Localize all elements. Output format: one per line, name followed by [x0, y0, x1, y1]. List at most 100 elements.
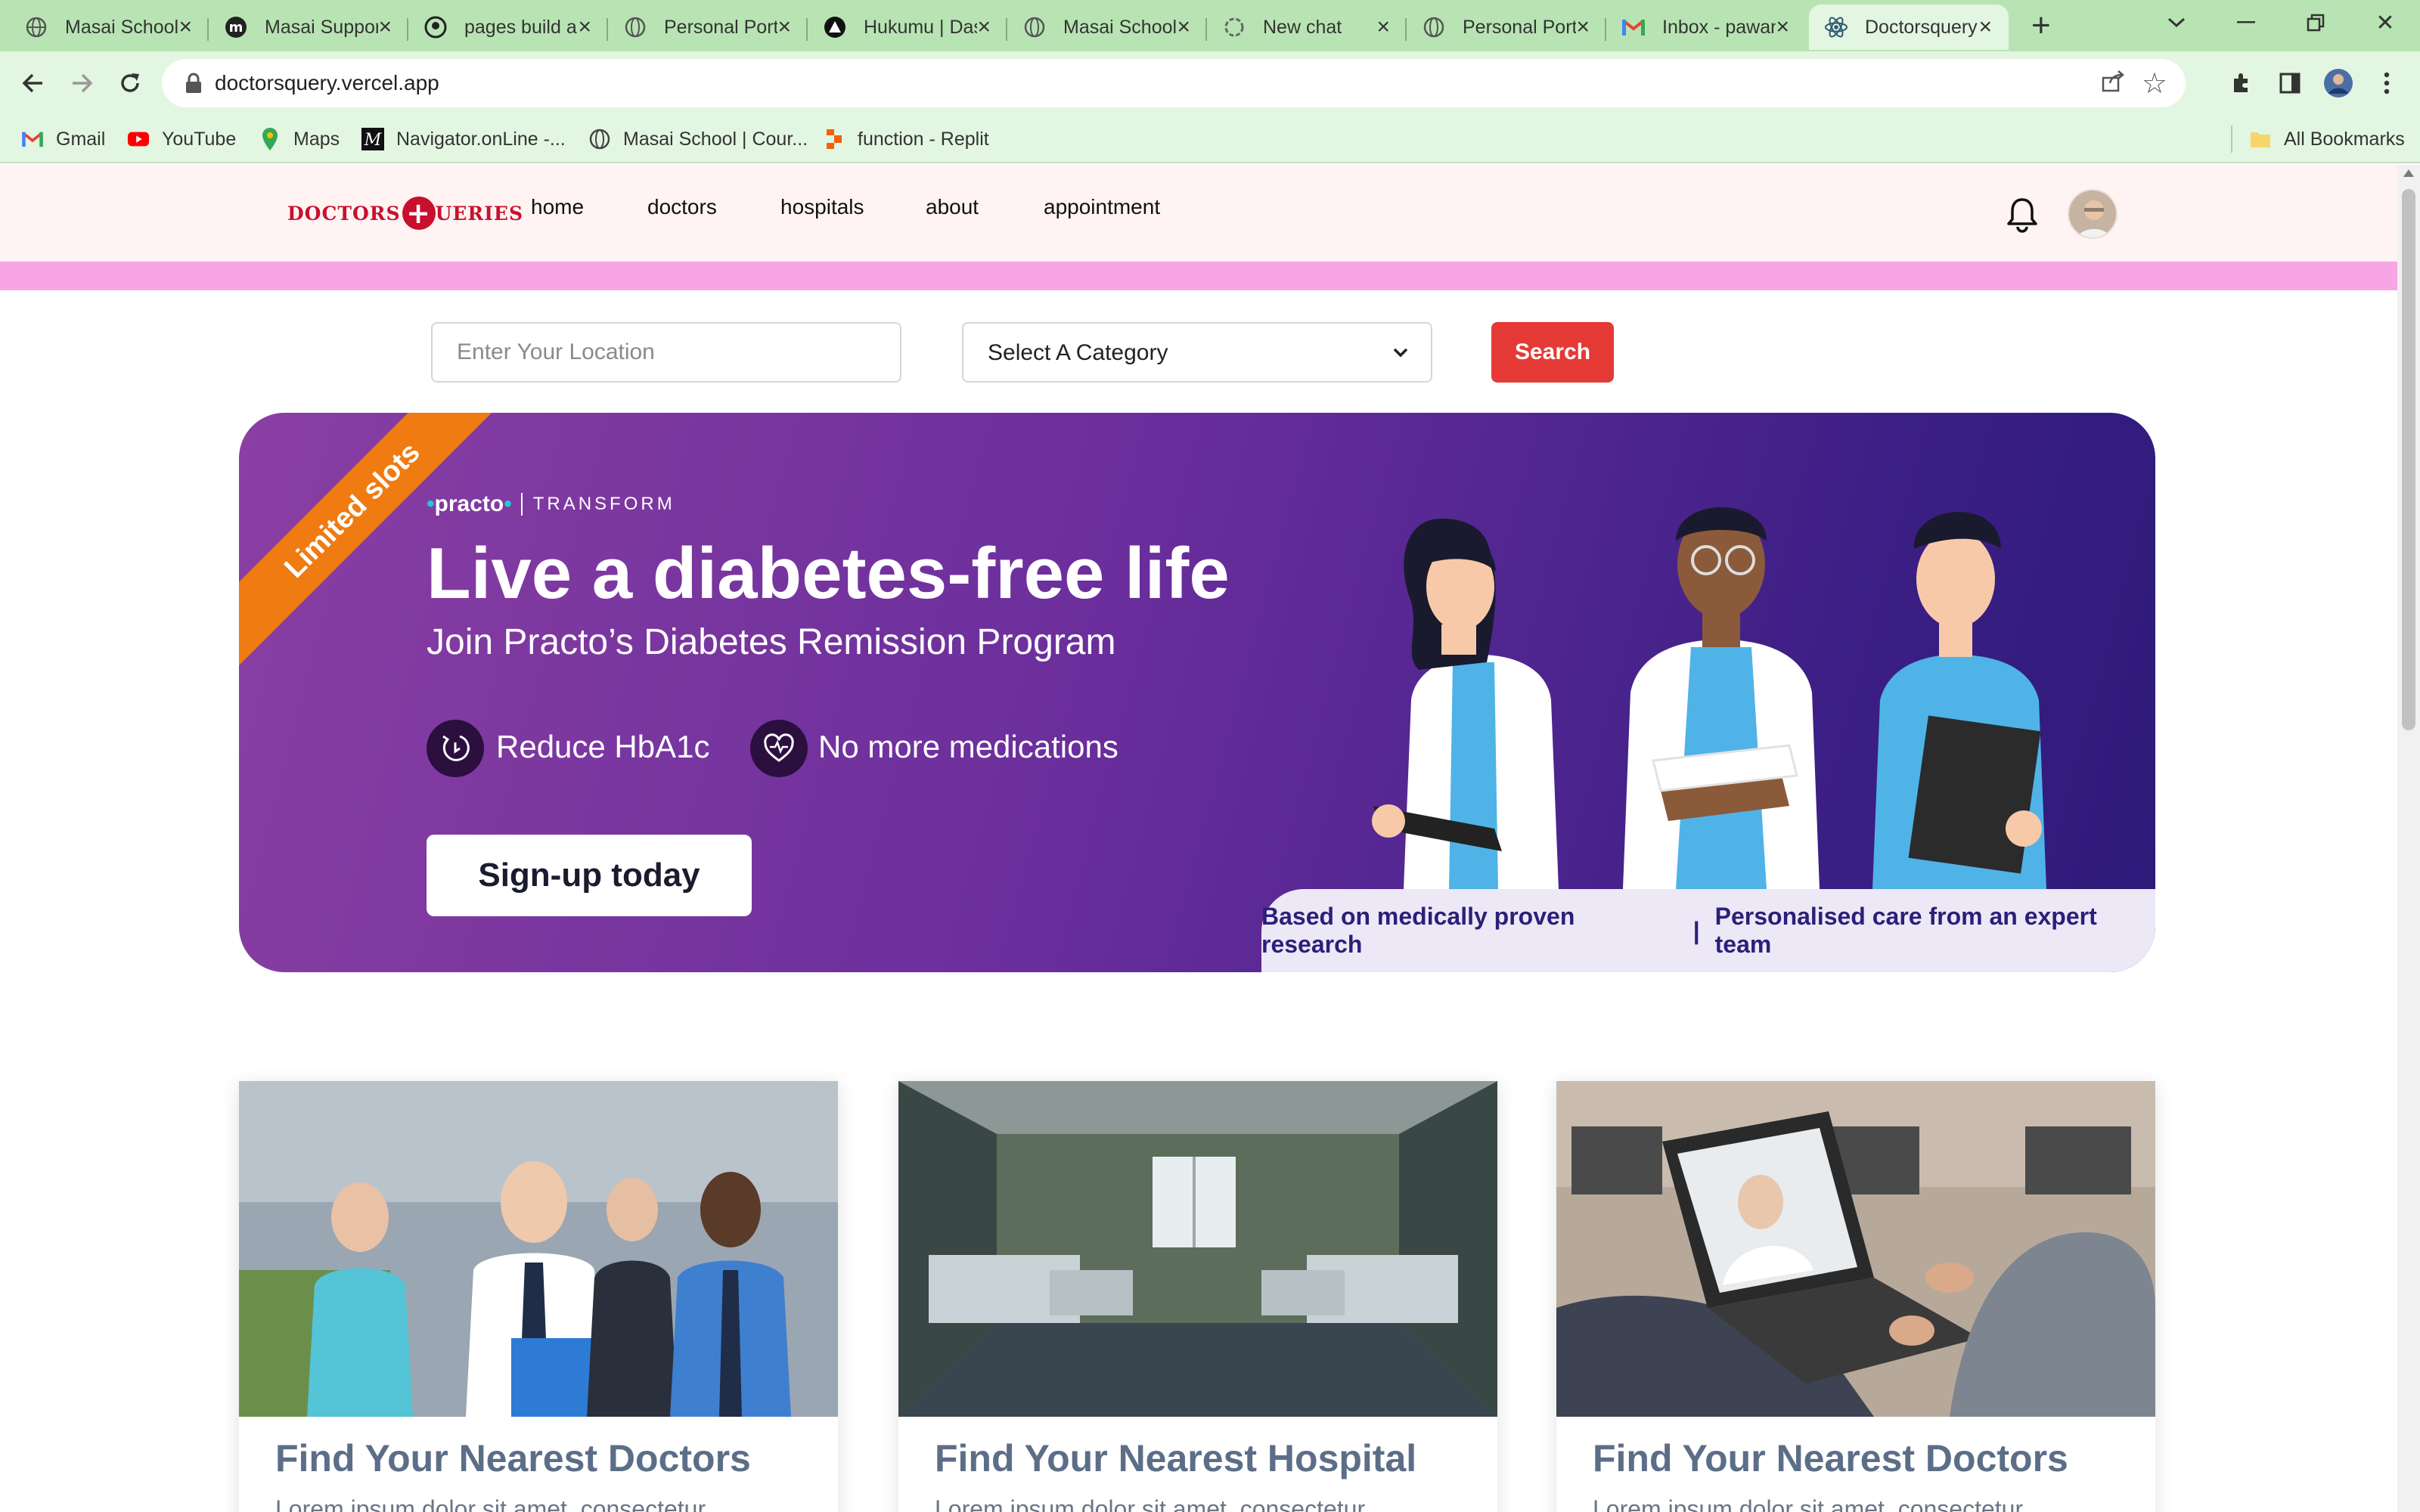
url-text[interactable]: doctorsquery.vercel.app: [215, 71, 439, 95]
masai-m-icon: m: [224, 15, 248, 39]
tab-title: pages build and deployment: [464, 16, 578, 38]
card-title: Find Your Nearest Hospital: [935, 1437, 1417, 1479]
nav-about[interactable]: about: [926, 195, 979, 219]
browser-tab-active[interactable]: Doctorsquery ×: [1809, 5, 2009, 50]
banner-footer-right: Personalised care from an expert team: [1714, 903, 2097, 958]
card-text: Lorem ipsum dolor sit amet, consectetur: [935, 1495, 1366, 1512]
browser-tab[interactable]: New chat ×: [1207, 5, 1407, 50]
close-icon[interactable]: ×: [378, 15, 392, 39]
share-icon[interactable]: [2101, 70, 2125, 98]
globe-icon: [1022, 15, 1047, 39]
close-icon[interactable]: ×: [1978, 15, 1992, 39]
card-title: Find Your Nearest Doctors: [1593, 1437, 2068, 1479]
bookmark-star-icon[interactable]: ☆: [2142, 67, 2167, 101]
close-icon[interactable]: ×: [1776, 15, 1789, 39]
category-select-value: Select A Category: [988, 340, 1168, 365]
nav-appointment[interactable]: appointment: [1044, 195, 1160, 219]
bookmark-youtube[interactable]: YouTube: [127, 125, 236, 153]
user-avatar[interactable]: [2068, 189, 2118, 239]
banner-headline: Live a diabetes-free life: [427, 533, 1230, 614]
bookmark-replit[interactable]: function - Replit: [823, 125, 989, 153]
address-bar[interactable]: doctorsquery.vercel.app ☆: [162, 59, 2186, 107]
close-window-icon[interactable]: ✕: [2363, 6, 2408, 39]
minimize-icon[interactable]: [2223, 6, 2269, 39]
browser-tab[interactable]: Personal Portfolio ×: [608, 5, 808, 50]
github-icon: [424, 15, 448, 39]
extensions-icon[interactable]: [2223, 65, 2260, 101]
tab-title: New chat: [1263, 16, 1342, 38]
browser-tab[interactable]: m Masai Support ×: [209, 5, 408, 50]
bookmark-gmail[interactable]: Gmail: [21, 125, 105, 153]
all-bookmarks-button[interactable]: All Bookmarks: [2249, 125, 2405, 153]
nav-doctors[interactable]: doctors: [647, 195, 717, 219]
back-icon[interactable]: [15, 65, 51, 101]
lock-icon[interactable]: [185, 73, 204, 94]
close-icon[interactable]: ×: [1576, 15, 1590, 39]
bookmark-navigator[interactable]: M Navigator.onLine -...: [361, 125, 566, 153]
promo-banner[interactable]: Limited slots • practo • TRANSFORM Live …: [239, 413, 2155, 972]
practo-brand-sub: TRANSFORM: [532, 494, 675, 514]
page-scrollbar[interactable]: [2397, 165, 2420, 1512]
logo-text-left: DOCTORS: [287, 202, 401, 225]
nav-home[interactable]: home: [531, 195, 584, 219]
react-icon: [1824, 15, 1848, 39]
bookmark-label: YouTube: [162, 128, 237, 150]
svg-text:m: m: [229, 20, 244, 36]
close-icon[interactable]: ×: [1376, 15, 1390, 39]
practo-dot-icon: •: [427, 491, 435, 516]
tab-title: Masai School: [65, 16, 178, 38]
site-navbar: DOCTORS + UERIES home doctors hospitals …: [0, 165, 2397, 262]
bookmark-masai[interactable]: Masai School | Cour...: [588, 125, 808, 153]
card-online-doctors[interactable]: Find Your Nearest Doctors Lorem ipsum do…: [1556, 1081, 2155, 1512]
card-text: Lorem ipsum dolor sit amet, consectetur: [1593, 1495, 2024, 1512]
bookmark-maps[interactable]: Maps: [259, 125, 340, 153]
close-icon[interactable]: ×: [977, 15, 991, 39]
scrollbar-thumb[interactable]: [2402, 189, 2415, 730]
doctors-illustration: [1372, 507, 2046, 889]
card-nearest-doctors[interactable]: Find Your Nearest Doctors Lorem ipsum do…: [239, 1081, 838, 1512]
signup-button[interactable]: Sign-up today: [427, 835, 752, 916]
browser-tab[interactable]: Inbox - pawan ×: [1606, 5, 1806, 50]
feature-label: No more medications: [818, 729, 1118, 764]
reload-icon[interactable]: [112, 65, 148, 101]
browser-tab[interactable]: Masai School ×: [1007, 5, 1207, 50]
close-icon[interactable]: ×: [178, 15, 192, 39]
browser-tab[interactable]: Hukumu | Dashboard ×: [808, 5, 1007, 50]
side-panel-icon[interactable]: [2272, 65, 2308, 101]
menu-kebab-icon[interactable]: [2369, 65, 2405, 101]
banner-subheadline: Join Practo’s Diabetes Remission Program: [427, 622, 1116, 662]
profile-avatar-icon[interactable]: [2320, 65, 2356, 101]
card-nearest-hospital[interactable]: Find Your Nearest Hospital Lorem ipsum d…: [898, 1081, 1497, 1512]
youtube-icon: [127, 128, 150, 150]
logo-text-right: UERIES: [435, 202, 524, 225]
new-tab-button[interactable]: +: [2031, 9, 2051, 42]
location-input[interactable]: [431, 322, 901, 383]
category-select[interactable]: Select A Category: [962, 322, 1432, 383]
bookmark-label: Gmail: [56, 128, 106, 150]
feature-label: Reduce HbA1c: [496, 729, 710, 764]
forward-icon[interactable]: [64, 65, 100, 101]
browser-tab[interactable]: pages build and deployment ×: [408, 5, 608, 50]
search-button[interactable]: Search: [1491, 322, 1614, 383]
site-logo[interactable]: DOCTORS + UERIES: [287, 195, 523, 231]
gmail-icon: [21, 128, 44, 150]
restore-icon[interactable]: [2293, 6, 2338, 39]
scroll-up-arrow-icon[interactable]: [2403, 169, 2414, 177]
bookmarks-divider: [2231, 125, 2232, 153]
doctors-team-image: [239, 1081, 838, 1417]
hba1c-reduce-icon: [427, 720, 484, 777]
close-icon[interactable]: ×: [578, 15, 591, 39]
tab-search-icon[interactable]: [2154, 6, 2199, 39]
logo-divider: [520, 493, 523, 516]
navigator-icon: M: [361, 128, 384, 150]
hukumu-icon: [823, 15, 847, 39]
close-icon[interactable]: ×: [777, 15, 791, 39]
nav-hospitals[interactable]: hospitals: [780, 195, 864, 219]
browser-tab[interactable]: Masai School ×: [9, 5, 209, 50]
tab-title: Masai School: [1063, 16, 1177, 38]
tab-title: Masai Support: [265, 16, 378, 38]
close-icon[interactable]: ×: [1177, 15, 1190, 39]
notification-bell-icon[interactable]: [2006, 197, 2039, 233]
browser-toolbar: doctorsquery.vercel.app ☆: [0, 51, 2420, 115]
browser-tab[interactable]: Personal Portfolio ×: [1407, 5, 1606, 50]
